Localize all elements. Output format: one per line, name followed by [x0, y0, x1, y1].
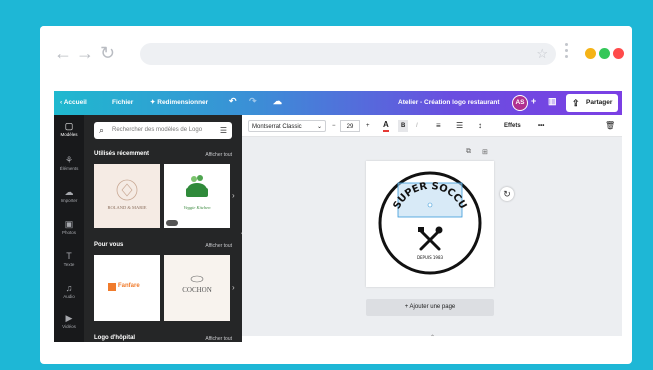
undo-icon[interactable]: ↶ [229, 97, 237, 106]
rotate-icon[interactable]: ↻ [500, 187, 514, 201]
rail-label: Texte [63, 262, 75, 267]
traffic-light-yellow[interactable] [585, 48, 596, 59]
forward-icon[interactable]: → [76, 43, 94, 63]
search-placeholder: Rechercher des modèles de Logo [112, 127, 203, 133]
template-thumb-2[interactable]: Veggie Kitchen [164, 164, 230, 228]
premium-badge [166, 220, 178, 226]
browser-menu-icon[interactable] [565, 43, 569, 61]
text-icon: T [66, 251, 72, 261]
font-family-select[interactable]: Montserrat Classic ⌄ [248, 120, 326, 132]
add-page-icon[interactable]: ⊞ [482, 148, 488, 156]
file-menu[interactable]: Fichier [112, 99, 133, 107]
template-thumb-4[interactable]: COCHON [164, 255, 230, 321]
back-icon[interactable]: ← [54, 43, 72, 63]
section-title: Logo d'hôpital [94, 335, 136, 341]
bottom-bar: ⌃ [242, 334, 622, 342]
address-bar[interactable]: ☆ [140, 43, 556, 65]
avatar[interactable]: AS [512, 95, 528, 111]
duplicate-page-icon[interactable]: ⧉ [466, 148, 471, 156]
upload-icon: ☁ [64, 187, 74, 197]
traffic-light-green[interactable] [599, 48, 610, 59]
brand-mark [108, 283, 116, 291]
section-title: Pour vous [94, 242, 124, 248]
document-title[interactable]: Atelier - Création logo restaurant [398, 99, 500, 107]
rail-label: Éléments [59, 166, 79, 171]
rail-label: Photos [61, 230, 76, 235]
templates-panel: ⌕ Rechercher des modèles de Logo ☰ Utili… [84, 115, 242, 342]
font-size-increase[interactable]: + [366, 120, 370, 132]
rail-item-photos[interactable]: ▣ Photos [54, 219, 84, 235]
font-name: Montserrat Classic [252, 124, 302, 130]
music-icon: ♫ [65, 283, 73, 293]
share-label: Partager [586, 99, 613, 106]
video-icon: ▶ [65, 313, 73, 323]
rail-label: Modèles [60, 132, 78, 137]
template-thumb-3[interactable]: Fanfare [94, 255, 160, 321]
spacing-button[interactable]: ↕ [478, 120, 482, 132]
see-all-link[interactable]: Afficher tout [205, 152, 232, 158]
logo-subtitle: DEPUIS 1983 [417, 255, 444, 260]
add-collaborator-icon[interactable]: + [531, 97, 536, 106]
crossed-utensils-icon [419, 229, 441, 251]
text-toolbar: Montserrat Classic ⌄ − 29 + A B I ≡ ☰ ↕ … [242, 115, 622, 137]
bold-button[interactable]: B [398, 120, 409, 132]
rail-label: Vidéos [62, 324, 76, 329]
font-size-decrease[interactable]: − [332, 120, 336, 132]
traffic-light-red[interactable] [613, 48, 624, 59]
rail-label: Audio [63, 294, 75, 299]
thumb-text: ROLAND & MARIE [107, 205, 147, 210]
see-all-link[interactable]: Afficher tout [205, 336, 232, 342]
more-options-icon[interactable]: ••• [538, 120, 544, 132]
rail-item-elements[interactable]: ⚘ Éléments [54, 155, 84, 171]
reload-icon[interactable]: ↻ [100, 43, 115, 63]
rail-item-text[interactable]: T Texte [54, 251, 84, 267]
editor-topbar: ‹ Accueil Fichier ✦ Redimensionner ↶ ↷ ☁… [54, 91, 622, 115]
elements-icon: ⚘ [64, 155, 74, 165]
bookmark-star-icon[interactable]: ☆ [536, 46, 548, 62]
text-color-button[interactable]: A [383, 120, 389, 132]
template-thumb-1[interactable]: ROLAND & MARIE [94, 164, 160, 228]
restaurant-logo: SUPER SOCCU DEPUIS 1983 [378, 171, 482, 275]
section-title: Utilisés récemment [94, 151, 150, 157]
redo-icon[interactable]: ↷ [249, 97, 257, 106]
filter-icon[interactable]: ☰ [220, 122, 227, 139]
rail-item-templates[interactable]: ▢ Modèles [54, 121, 84, 137]
share-button[interactable]: ⇪ Partager [566, 94, 618, 112]
canvas-area: ⧉ ⊞ SUPER SOCCU DEPUIS 1983 ↻ + Ajouter … [242, 137, 622, 342]
template-search-input[interactable]: ⌕ Rechercher des modèles de Logo ☰ [94, 122, 232, 139]
thumb-text: COCHON [182, 286, 212, 294]
cooking-pot-icon [186, 175, 208, 197]
share-icon: ⇪ [572, 98, 580, 108]
effects-button[interactable]: Effets [504, 120, 521, 132]
browser-chrome: ← → ↻ ☆ [40, 26, 632, 84]
see-all-link[interactable]: Afficher tout [205, 243, 232, 249]
design-page[interactable]: SUPER SOCCU DEPUIS 1983 [366, 161, 494, 287]
list-button[interactable]: ☰ [456, 120, 463, 132]
thumb-text: Fanfare [118, 283, 140, 289]
photos-icon: ▣ [64, 219, 74, 229]
chevron-right-icon[interactable]: › [232, 191, 235, 200]
resize-button[interactable]: ✦ Redimensionner [150, 99, 208, 107]
sidebar-rail: ▢ Modèles ⚘ Éléments ☁ Importer ▣ Photos… [54, 115, 84, 342]
search-icon: ⌕ [99, 125, 105, 135]
templates-icon: ▢ [64, 121, 74, 131]
rail-item-audio[interactable]: ♫ Audio [54, 283, 84, 299]
trash-icon[interactable]: 🗑 [605, 120, 615, 132]
monogram-icon [116, 179, 138, 201]
chevron-down-icon: ⌄ [316, 124, 322, 130]
italic-button[interactable]: I [416, 120, 418, 132]
font-size-input[interactable]: 29 [340, 120, 360, 132]
add-page-button[interactable]: + Ajouter une page [366, 299, 494, 316]
thumb-text: Veggie Kitchen [183, 205, 211, 210]
cloud-sync-icon[interactable]: ☁ [273, 97, 282, 106]
chevron-up-icon[interactable]: ⌃ [430, 334, 435, 341]
rail-item-uploads[interactable]: ☁ Importer [54, 187, 84, 203]
rail-item-videos[interactable]: ▶ Vidéos [54, 313, 84, 329]
chevron-right-icon[interactable]: › [232, 283, 235, 292]
home-link[interactable]: ‹ Accueil [60, 99, 87, 107]
analytics-icon[interactable]: ▥ [548, 97, 557, 106]
align-button[interactable]: ≡ [436, 120, 441, 132]
rail-label: Importer [60, 198, 78, 203]
